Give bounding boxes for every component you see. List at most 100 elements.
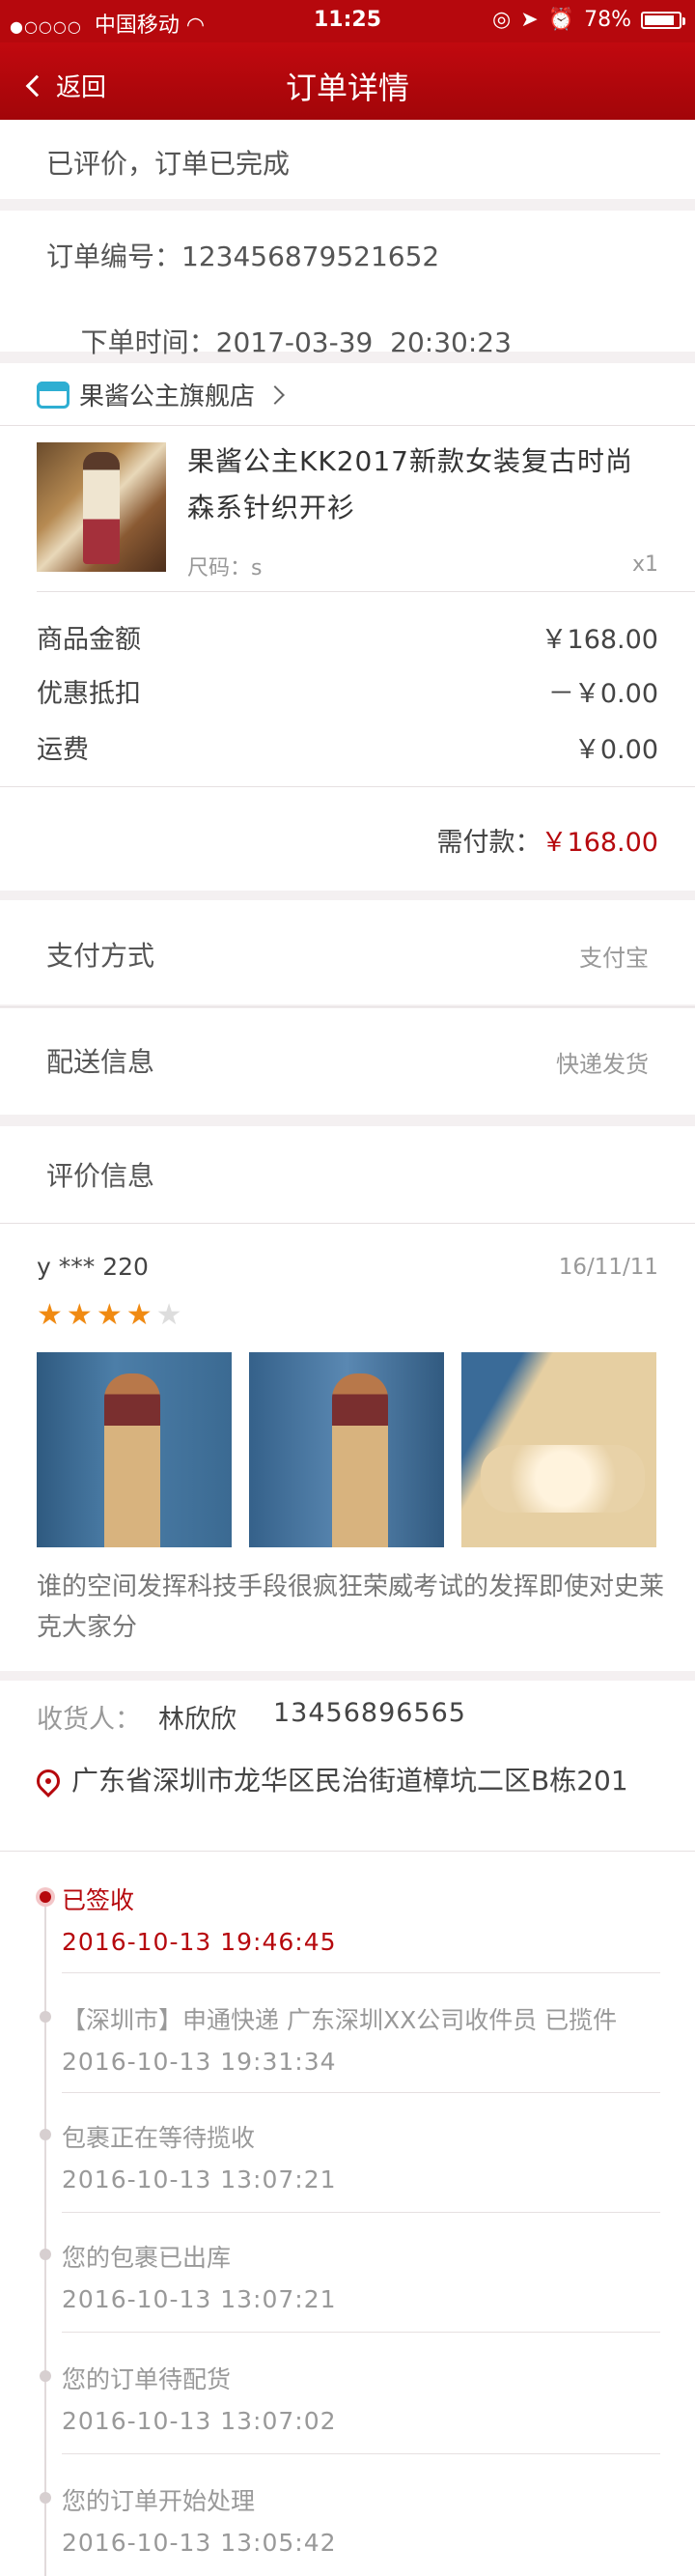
tracking-text: 已签收 — [62, 1886, 135, 1914]
order-time: 2017-03-39 20:30:23 — [215, 326, 512, 358]
timeline-dot — [40, 2129, 51, 2140]
product-image[interactable] — [37, 442, 166, 572]
tracking-text: 包裹正在等待揽收 — [62, 2124, 256, 2152]
battery-icon — [641, 11, 685, 29]
divider — [62, 1972, 660, 1973]
tracking-item: 您的订单开始处理 2016-10-13 13:05:42 — [62, 2482, 660, 2557]
delivery-value: 快递发货 — [556, 1051, 649, 1078]
size-value: s — [251, 556, 263, 580]
order-time-label: 下单时间： — [80, 326, 216, 358]
product-size: 尺码：s — [187, 551, 262, 581]
divider — [62, 2332, 660, 2333]
timeline-dot — [40, 2370, 51, 2382]
tracking-item: 您的包裹已出库 2016-10-13 13:07:21 — [62, 2239, 660, 2313]
tracking-item: 已签收 2016-10-13 19:46:45 — [62, 1882, 660, 1956]
payment-value: 支付宝 — [579, 945, 649, 972]
address-row: 广东省深圳市龙华区民治街道樟坑二区B栋201 — [32, 1764, 670, 1798]
recipient-row: 收货人： 林欣欣 13456896565 — [37, 1698, 466, 1736]
amount-due-label: 需付款： — [436, 828, 542, 858]
page-title: 订单详情 — [285, 70, 409, 106]
star-filled-icon: ★ — [66, 1298, 93, 1332]
review-text: 谁的空间发挥科技手段很疯狂荣威考试的发挥即使对史莱克大家分 — [37, 1572, 665, 1642]
discount-label: 优惠抵扣 — [37, 679, 141, 709]
chevron-right-icon — [265, 384, 285, 405]
recipient-address: 广东省深圳市龙华区民治街道樟坑二区B栋201 — [71, 1765, 628, 1797]
star-empty-icon: ★ — [155, 1298, 182, 1332]
delivery-label: 配送信息 — [46, 1046, 155, 1078]
tracking-time: 2016-10-13 13:07:21 — [62, 2285, 337, 2313]
recipient-label: 收货人： — [37, 1705, 141, 1735]
timeline-dot-active — [40, 1891, 51, 1903]
tracking-time: 2016-10-13 19:31:34 — [62, 2048, 337, 2076]
delivery-row[interactable]: 配送信息 快递发货 — [0, 1008, 695, 1115]
order-number-row: 订单编号：123456879521652 — [46, 236, 439, 274]
divider — [0, 1006, 695, 1007]
amount-due-value: ￥168.00 — [541, 828, 658, 858]
divider — [62, 2212, 660, 2213]
tracking-time: 2016-10-13 13:05:42 — [62, 2529, 337, 2557]
divider — [0, 425, 695, 426]
payment-label: 支付方式 — [46, 940, 155, 972]
tracking-text: 【深圳市】申通快递 广东深圳XX公司收件员 已揽件 — [62, 2006, 618, 2034]
review-header: 评价信息 — [0, 1126, 695, 1223]
review-rating: ★ ★ ★ ★ ★ — [37, 1298, 182, 1332]
shop-link[interactable]: 果酱公主旗舰店 — [37, 377, 285, 412]
tracking-section — [0, 1852, 695, 2576]
nav-bar: 返回 订单详情 — [0, 42, 695, 120]
star-filled-icon: ★ — [125, 1298, 153, 1332]
goods-amount-label: 商品金额 — [37, 625, 141, 655]
review-photo[interactable] — [37, 1352, 232, 1547]
discount-row: 优惠抵扣 －￥0.00 — [37, 672, 658, 710]
payment-row[interactable]: 支付方式 支付宝 — [0, 900, 695, 1005]
tracking-text: 您的包裹已出库 — [62, 2244, 232, 2272]
tracking-time: 2016-10-13 13:07:02 — [62, 2407, 337, 2435]
recipient-section: 收货人： 林欣欣 13456896565 广东省深圳市龙华区民治街道樟坑二区B栋… — [0, 1681, 695, 1851]
divider — [62, 2092, 660, 2093]
tracking-text: 您的订单待配货 — [62, 2365, 232, 2393]
divider — [62, 2453, 660, 2454]
shipping-label: 运费 — [37, 735, 89, 765]
order-info-section: 订单编号：123456879521652 下单时间：2017-03-39 20:… — [0, 211, 695, 358]
divider — [0, 786, 695, 787]
timeline-dot — [40, 2011, 51, 2023]
review-photo[interactable] — [249, 1352, 444, 1547]
shop-name: 果酱公主旗舰店 — [79, 382, 256, 411]
review-photo[interactable] — [461, 1352, 656, 1547]
product-title[interactable]: 果酱公主KK2017新款女装复古时尚森系针织开衫 — [187, 439, 660, 531]
goods-amount-row: 商品金额 ￥168.00 — [37, 618, 658, 656]
tracking-time: 2016-10-13 13:07:21 — [62, 2166, 337, 2194]
alarm-icon: ⏰ — [547, 8, 575, 32]
discount-value: －￥0.00 — [547, 679, 658, 709]
tracking-item: 【深圳市】申通快递 广东深圳XX公司收件员 已揽件 2016-10-13 19:… — [62, 2001, 660, 2076]
star-filled-icon: ★ — [37, 1298, 63, 1332]
tracking-text: 您的订单开始处理 — [62, 2487, 256, 2515]
tracking-time: 2016-10-13 19:46:45 — [62, 1928, 337, 1956]
shipping-value: ￥0.00 — [573, 735, 658, 765]
recipient-name: 林欣欣 — [158, 1705, 236, 1735]
divider — [37, 591, 695, 592]
goods-amount-value: ￥168.00 — [541, 625, 658, 655]
battery-percent: 78% — [584, 8, 631, 32]
timeline-dot — [40, 2492, 51, 2504]
order-number-label: 订单编号： — [46, 241, 182, 272]
lock-rotation-icon: ◎ — [492, 8, 512, 32]
review-section-title: 评价信息 — [46, 1160, 155, 1192]
timeline-dot — [40, 2249, 51, 2260]
size-label: 尺码： — [187, 556, 252, 580]
order-status-section: 已评价，订单已完成 — [0, 120, 695, 199]
recipient-phone: 13456896565 — [273, 1698, 466, 1728]
status-bar: ●○○○○ 中国移动 ◠ 11:25 ◎ ➤ ⏰ 78% — [0, 0, 695, 42]
tracking-item: 您的订单待配货 2016-10-13 13:07:02 — [62, 2361, 660, 2435]
location-icon: ➤ — [520, 8, 539, 32]
product-quantity: x1 — [631, 552, 658, 577]
shop-icon — [37, 381, 70, 409]
order-status: 已评价，订单已完成 — [46, 148, 291, 180]
order-number: 123456879521652 — [181, 241, 440, 272]
status-right: ◎ ➤ ⏰ 78% — [492, 8, 685, 32]
review-date: 16/11/11 — [558, 1255, 658, 1280]
tracking-item: 包裹正在等待揽收 2016-10-13 13:07:21 — [62, 2119, 660, 2194]
timeline-line — [44, 1889, 46, 2576]
amount-due-row: 需付款：￥168.00 — [437, 821, 658, 859]
reviewer-name: y *** 220 — [37, 1253, 149, 1281]
location-pin-icon — [32, 1765, 65, 1798]
